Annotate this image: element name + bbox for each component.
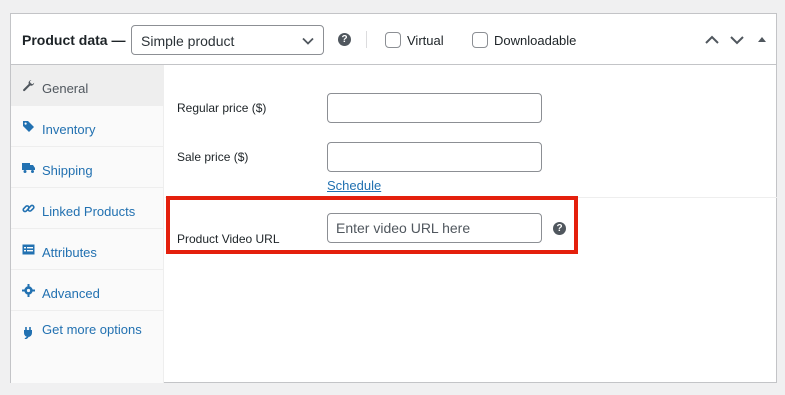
tab-attributes[interactable]: Attributes <box>11 229 164 270</box>
product-data-panel: Product data — Simple product ? Virtual … <box>10 13 777 383</box>
help-icon[interactable]: ? <box>338 33 351 46</box>
tab-linked-products[interactable]: Linked Products <box>11 188 164 229</box>
downloadable-checkbox[interactable] <box>472 32 488 48</box>
help-icon[interactable]: ? <box>553 222 566 235</box>
panel-title: Product data — <box>22 32 126 48</box>
move-up-icon[interactable] <box>704 33 720 47</box>
tab-label: Linked Products <box>42 204 136 219</box>
sale-price-input[interactable] <box>327 142 542 172</box>
virtual-label[interactable]: Virtual <box>407 33 444 48</box>
video-url-label: Product Video URL <box>177 232 280 246</box>
move-down-icon[interactable] <box>729 33 745 47</box>
tab-label: Attributes <box>42 245 97 260</box>
header-divider <box>366 31 367 48</box>
tab-label: General <box>42 81 89 96</box>
product-type-value: Simple product <box>141 33 235 49</box>
downloadable-label[interactable]: Downloadable <box>494 33 576 48</box>
tab-advanced[interactable]: Advanced <box>11 270 164 311</box>
table-icon <box>22 244 35 255</box>
regular-price-label: Regular price ($) <box>177 101 267 115</box>
tab-label: Shipping <box>42 163 93 178</box>
sale-price-label: Sale price ($) <box>177 150 249 164</box>
product-type-select[interactable]: Simple product <box>131 25 324 55</box>
virtual-checkbox[interactable] <box>385 32 401 48</box>
tab-shipping[interactable]: Shipping <box>11 147 164 188</box>
tab-general[interactable]: General <box>11 65 164 106</box>
tab-label: Advanced <box>42 286 100 301</box>
panel-header: Product data — Simple product ? Virtual … <box>11 14 776 65</box>
collapse-toggle-icon[interactable] <box>756 33 768 47</box>
tab-inventory[interactable]: Inventory <box>11 106 164 147</box>
tab-get-more-options[interactable]: Get more options <box>11 311 164 367</box>
link-icon <box>22 204 35 213</box>
regular-price-input[interactable] <box>327 93 542 123</box>
wrench-icon <box>23 80 35 92</box>
product-data-tabs: General Inventory Shipping Linked Produc… <box>11 65 164 383</box>
video-url-input[interactable] <box>327 213 542 243</box>
tab-label: Inventory <box>42 122 96 137</box>
chevron-down-icon <box>302 37 314 45</box>
gear-icon <box>22 284 35 297</box>
schedule-link[interactable]: Schedule <box>327 178 381 193</box>
general-panel: Regular price ($) Sale price ($) Schedul… <box>165 65 777 383</box>
tag-icon <box>23 121 34 132</box>
truck-icon <box>22 163 35 173</box>
tab-label: Get more options <box>42 322 142 337</box>
